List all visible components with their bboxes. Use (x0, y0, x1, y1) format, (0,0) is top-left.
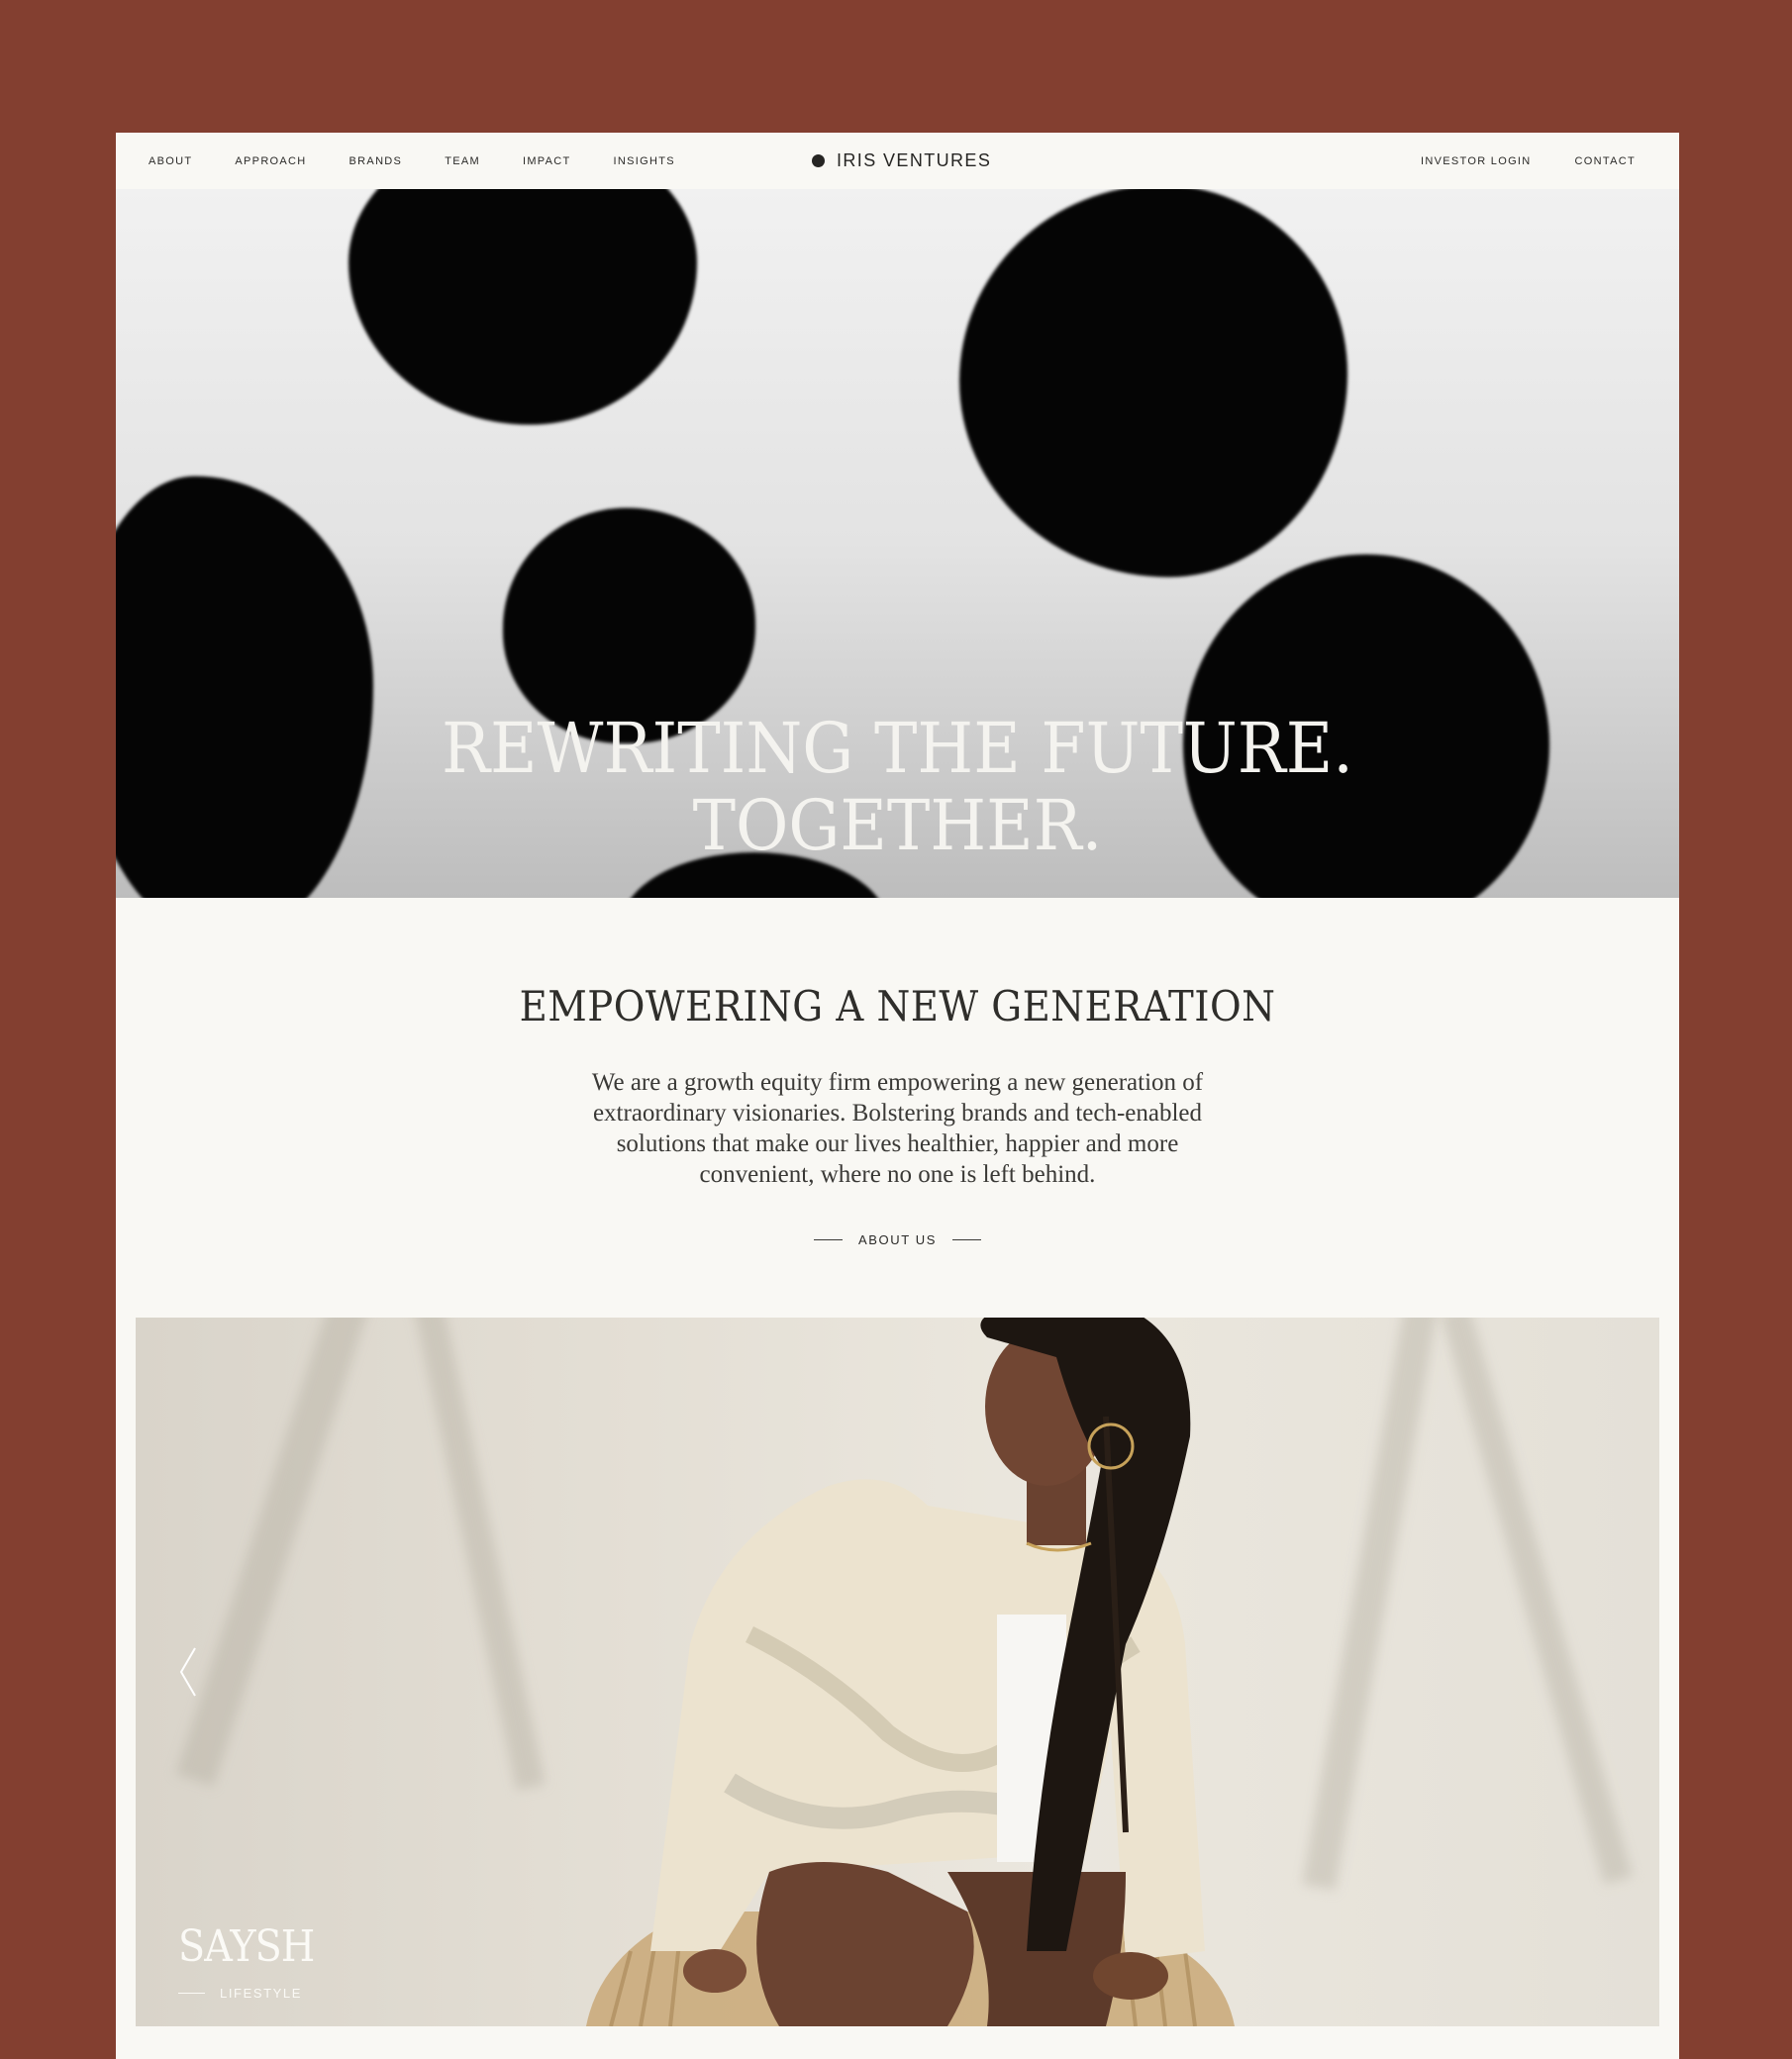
about-us-label: ABOUT US (857, 1232, 938, 1247)
cta-line-left (813, 1239, 843, 1240)
nav-link-brands[interactable]: BRANDS (349, 155, 403, 167)
nav-link-approach[interactable]: APPROACH (235, 155, 306, 167)
slide-brand-name: SAYSH (178, 1921, 315, 1972)
cta-line-right (952, 1239, 982, 1240)
primary-nav: ABOUT APPROACH BRANDS TEAM IMPACT INSIGH… (149, 133, 718, 189)
page: ABOUT APPROACH BRANDS TEAM IMPACT INSIGH… (116, 133, 1679, 2059)
logo-dot-icon (812, 154, 825, 167)
slider-prev-arrow-icon[interactable] (175, 1644, 203, 1700)
logo-text: IRIS VENTURES (837, 150, 992, 170)
contact-link[interactable]: CONTACT (1575, 155, 1636, 167)
nav-link-team[interactable]: TEAM (445, 155, 480, 167)
top-navigation: ABOUT APPROACH BRANDS TEAM IMPACT INSIGH… (116, 133, 1679, 189)
slide-category: LIFESTYLE (178, 1986, 302, 2001)
hero-headline-line2: TOGETHER. (692, 785, 1103, 866)
slide-photo-person (586, 1318, 1235, 2026)
about-us-link[interactable]: ABOUT US (116, 1232, 1679, 1247)
slide-category-line (178, 1993, 205, 1994)
nav-link-insights[interactable]: INSIGHTS (614, 155, 675, 167)
investor-login-link[interactable]: INVESTOR LOGIN (1421, 155, 1532, 167)
nav-link-impact[interactable]: IMPACT (523, 155, 571, 167)
hero-circle-image (348, 189, 697, 425)
brand-slider: SAYSH LIFESTYLE (136, 1318, 1659, 2026)
hero-headline: REWRITING THE FUTURE. TOGETHER. (170, 710, 1624, 864)
secondary-nav: INVESTOR LOGIN CONTACT (1421, 133, 1636, 189)
slide-category-label: LIFESTYLE (220, 1986, 303, 2001)
hero-headline-line1: REWRITING THE FUTURE. (442, 708, 1353, 789)
section-title: EMPOWERING A NEW GENERATION (519, 982, 1276, 1030)
site-logo[interactable]: IRIS VENTURES (812, 133, 991, 189)
hero-banner: REWRITING THE FUTURE. TOGETHER. (116, 189, 1679, 898)
hero-circle-image (959, 189, 1347, 577)
nav-link-about[interactable]: ABOUT (149, 155, 192, 167)
intro-paragraph: We are a growth equity firm empowering a… (591, 1069, 1204, 1188)
